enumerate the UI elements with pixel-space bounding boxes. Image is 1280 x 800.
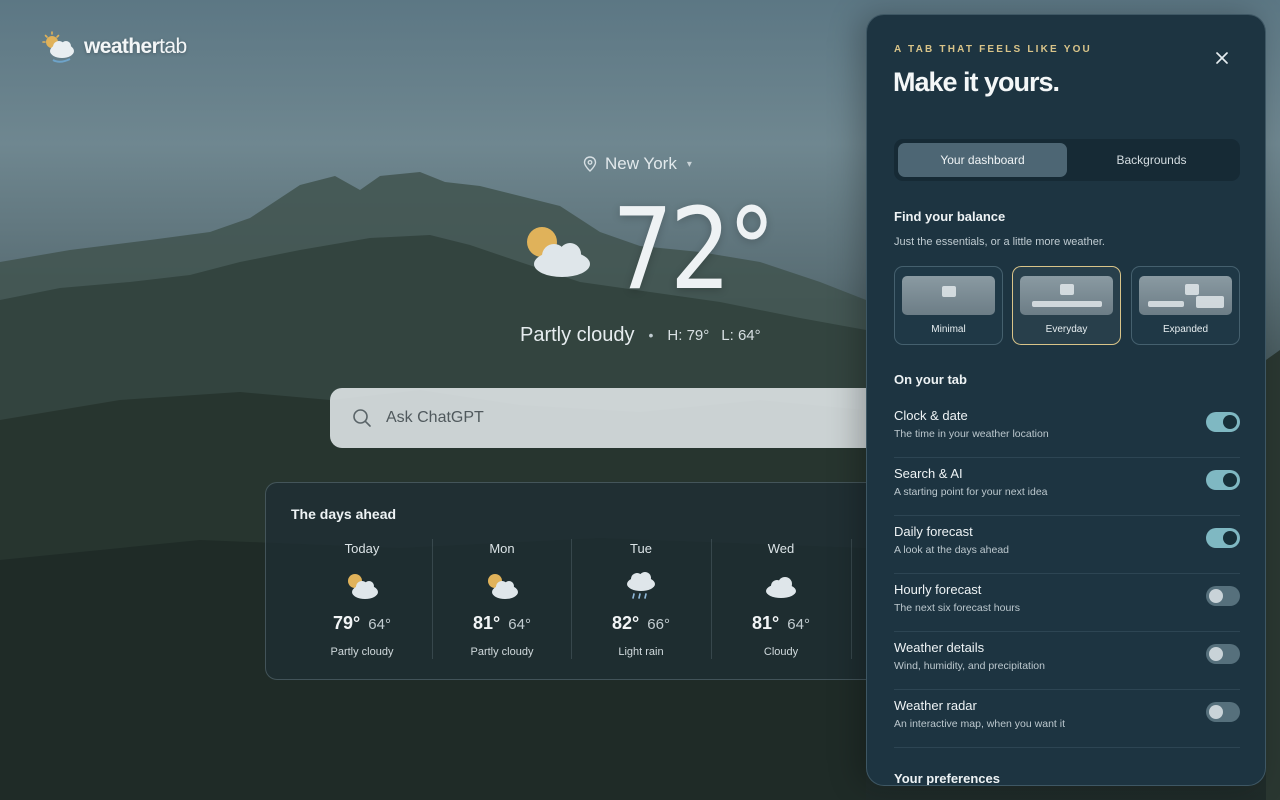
high-temp: H: 79° [667, 326, 710, 344]
partly-cloudy-icon [488, 574, 518, 599]
balance-subtitle: Just the essentials, or a little more we… [894, 236, 1105, 248]
layout-option-expanded[interactable]: Expanded [1131, 266, 1240, 345]
setting-title: Daily forecast [894, 524, 973, 539]
forecast-day: Mon 81° 64° Partly cloudy [432, 541, 572, 661]
day-condition: Partly cloudy [330, 646, 394, 658]
location-name: New York [605, 154, 677, 173]
setting-subtitle: A starting point for your next idea [894, 486, 1048, 498]
high-temp: 81° [473, 613, 501, 633]
setting-subtitle: The next six forecast hours [894, 602, 1021, 614]
location-selector[interactable]: New York ▾ [583, 153, 692, 175]
day-condition: Light rain [618, 646, 664, 658]
day-name: Mon [489, 541, 515, 556]
panel-tabs: Your dashboard Backgrounds [894, 139, 1240, 181]
layout-option-everyday[interactable]: Everyday [1012, 266, 1121, 345]
location-pin-icon [583, 156, 597, 172]
layout-thumbnail [1139, 276, 1232, 315]
condition-text: Partly cloudy [520, 323, 635, 346]
close-button[interactable] [1211, 47, 1233, 69]
app-logo-text: weathertab [84, 35, 187, 58]
high-low: H: 79° L: 64° [667, 327, 760, 344]
day-condition: Partly cloudy [470, 646, 534, 658]
setting-row-weather-details: Weather details Wind, humidity, and prec… [894, 632, 1240, 690]
layout-option-label: Everyday [1045, 324, 1088, 335]
current-condition-row: Partly cloudy • H: 79° L: 64° [520, 322, 761, 348]
low-temp: 64° [368, 616, 391, 633]
setting-subtitle: The time in your weather location [894, 428, 1049, 440]
forecast-day: Wed 81° 64° Cloudy [711, 541, 851, 661]
search-bar[interactable]: Ask ChatGPT [330, 388, 890, 448]
daily-forecast-toggle[interactable] [1206, 528, 1240, 548]
forecast-day: Today 79° 64° Partly cloudy [292, 541, 432, 661]
high-temp: 82° [612, 613, 640, 633]
tab-your-dashboard[interactable]: Your dashboard [898, 143, 1067, 177]
weather-radar-toggle[interactable] [1206, 702, 1240, 722]
customize-panel: A TAB THAT FEELS LIKE YOU Make it yours.… [866, 14, 1266, 786]
on-your-tab-title: On your tab [894, 372, 967, 387]
search-toggle[interactable] [1206, 470, 1240, 490]
setting-title: Weather details [894, 640, 985, 655]
forecast-day: Tue 82° 66° Light rain [571, 541, 711, 661]
weather-details-toggle[interactable] [1206, 644, 1240, 664]
forecast-title: The days ahead [291, 506, 397, 522]
current-temperature: 72° [612, 185, 776, 315]
setting-row-daily-forecast: Daily forecast A look at the days ahead [894, 516, 1240, 574]
cloud-icon [766, 577, 796, 598]
setting-subtitle: A look at the days ahead [894, 544, 1010, 556]
high-temp: 81° [752, 613, 780, 633]
high-temp: 79° [333, 613, 361, 633]
rain-icon [627, 572, 655, 599]
layout-thumbnail [1020, 276, 1113, 315]
day-name: Tue [630, 541, 652, 556]
search-input[interactable]: Ask ChatGPT [386, 409, 484, 427]
tab-backgrounds[interactable]: Backgrounds [1067, 143, 1236, 177]
partly-cloudy-icon [348, 574, 378, 599]
layout-option-label: Minimal [931, 324, 966, 335]
hourly-forecast-toggle[interactable] [1206, 586, 1240, 606]
layout-option-minimal[interactable]: Minimal [894, 266, 1003, 345]
low-temp: 64° [787, 616, 810, 633]
setting-row-weather-radar: Weather radar An interactive map, when y… [894, 690, 1240, 748]
day-condition: Cloudy [763, 646, 799, 658]
daily-forecast-card: The days ahead Today 79° 64° Partly cloud… [265, 482, 885, 680]
chevron-down-icon: ▾ [686, 158, 692, 170]
clock-toggle[interactable] [1206, 412, 1240, 432]
app-logo[interactable]: weathertab [40, 30, 187, 64]
setting-title: Hourly forecast [894, 582, 982, 597]
setting-row-clock: Clock & date The time in your weather lo… [894, 400, 1240, 458]
setting-title: Clock & date [894, 408, 968, 423]
setting-row-search: Search & AI A starting point for your ne… [894, 458, 1240, 516]
setting-row-hourly-forecast: Hourly forecast The next six forecast ho… [894, 574, 1240, 632]
day-name: Wed [767, 541, 795, 556]
preferences-title: Your preferences [894, 771, 1000, 786]
panel-eyebrow: A TAB THAT FEELS LIKE YOU [894, 44, 1092, 55]
divider [851, 539, 852, 659]
separator-dot: • [648, 327, 654, 343]
low-temp: 66° [647, 616, 670, 633]
setting-title: Search & AI [894, 466, 963, 481]
setting-subtitle: An interactive map, when you want it [894, 718, 1066, 730]
setting-title: Weather radar [894, 698, 977, 713]
low-temp: L: 64° [721, 326, 761, 344]
layout-thumbnail [902, 276, 995, 315]
search-icon [353, 409, 371, 427]
panel-title: Make it yours. [893, 67, 1060, 97]
close-icon [1216, 52, 1228, 64]
low-temp: 64° [508, 616, 531, 633]
layout-option-label: Expanded [1162, 324, 1209, 335]
balance-title: Find your balance [894, 209, 1006, 224]
day-name: Today [344, 541, 380, 556]
partly-cloudy-icon [527, 227, 590, 277]
partly-cloudy-logo-icon [42, 31, 74, 63]
setting-subtitle: Wind, humidity, and precipitation [894, 660, 1045, 672]
